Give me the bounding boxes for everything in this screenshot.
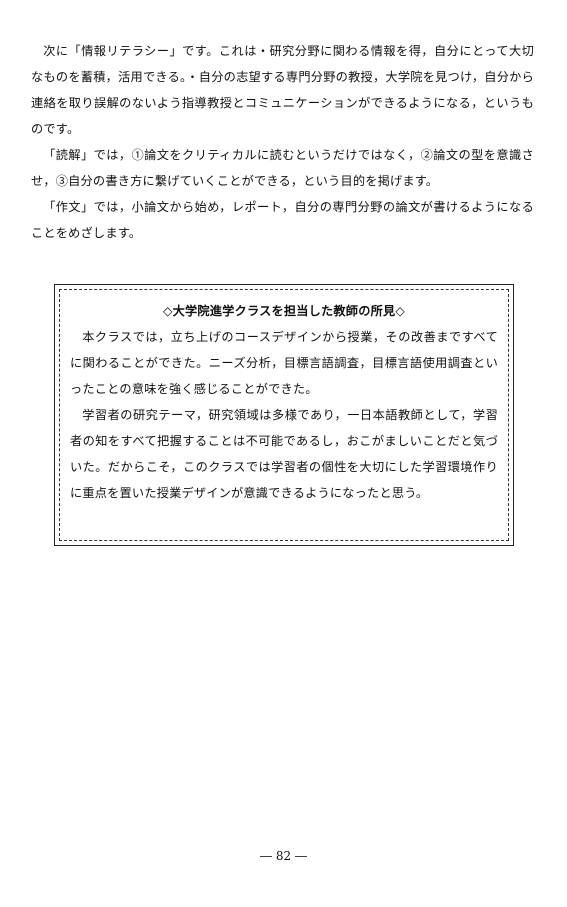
document-page: 次に「情報リテラシー」です。これは・研究分野に関わる情報を得，自分にとって大切な… [0,0,567,907]
teacher-remarks-paragraph-1: 本クラスでは，立ち上げのコースデザインから授業，その改善まですべてに関わることが… [70,330,498,396]
teacher-remarks-paragraph-2: 学習者の研究テーマ，研究領域は多様であり，一日本語教師として，学習者の知をすべて… [70,408,498,500]
paragraph-information-literacy: 次に「情報リテラシー」です。これは・研究分野に関わる情報を得，自分にとって大切な… [31,44,534,136]
page-number: ― 82 ― [260,849,307,863]
teacher-remarks-title: ◇大学院進学クラスを担当した教師の所見◇ [163,304,405,318]
teacher-remarks-inner-frame: ◇大学院進学クラスを担当した教師の所見◇ 本クラスでは，立ち上げのコースデザイン… [59,289,509,541]
teacher-remarks-box: ◇大学院進学クラスを担当した教師の所見◇ 本クラスでは，立ち上げのコースデザイン… [54,284,514,546]
paragraph-reading: 「読解」では，①論文をクリティカルに読むというだけではなく，②論文の型を意識させ… [31,148,534,188]
body-text: 次に「情報リテラシー」です。これは・研究分野に関わる情報を得，自分にとって大切な… [31,38,534,246]
paragraph-composition: 「作文」では，小論文から始め，レポート，自分の専門分野の論文が書けるようになるこ… [31,200,534,240]
